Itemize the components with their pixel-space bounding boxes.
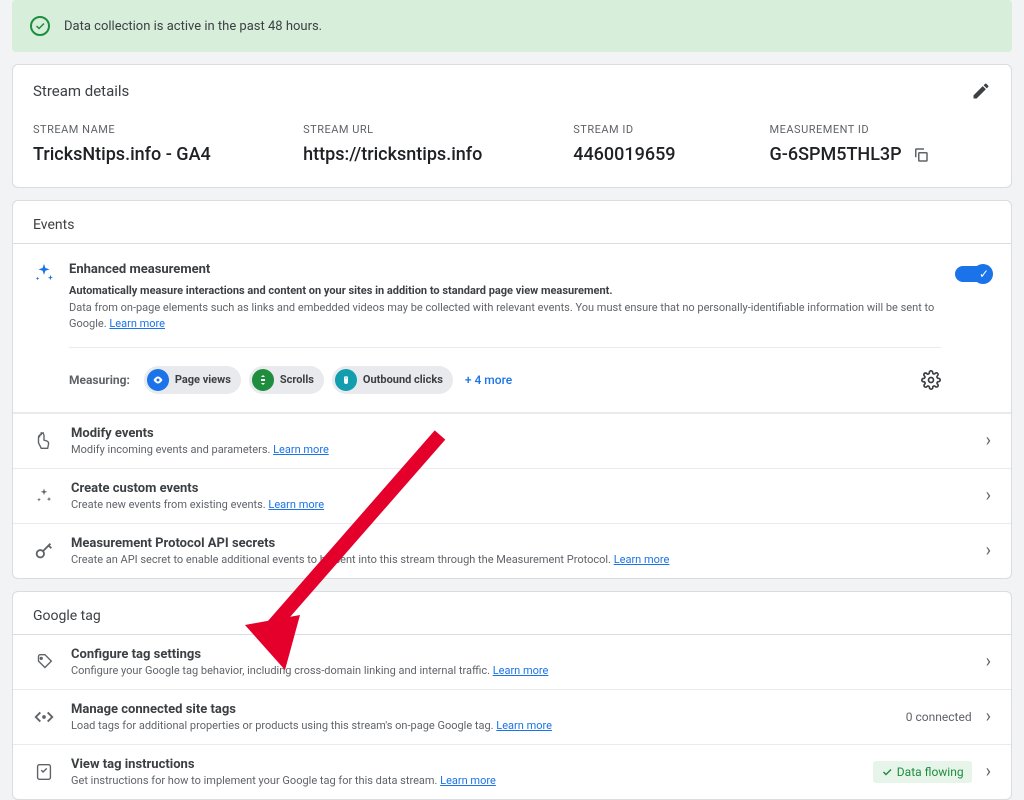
measurement-id-label: MEASUREMENT ID <box>770 123 992 136</box>
chevron-right-icon: › <box>986 761 991 782</box>
stream-id-value: 4460019659 <box>573 144 745 165</box>
banner-text: Data collection is active in the past 48… <box>64 19 322 34</box>
enhanced-measurement-row: Enhanced measurement Automatically measu… <box>13 244 1011 413</box>
chevron-right-icon: › <box>986 706 991 727</box>
data-flowing-badge: Data flowing <box>873 761 972 783</box>
tag-icon <box>33 651 55 673</box>
chip-page-views: Page views <box>144 366 241 394</box>
create-events-row[interactable]: Create custom events Create new events f… <box>13 468 1011 523</box>
configure-title: Configure tag settings <box>71 647 970 662</box>
mouse-icon <box>335 369 357 391</box>
modify-events-row[interactable]: Modify events Modify incoming events and… <box>13 413 1011 468</box>
copy-icon[interactable] <box>912 146 930 164</box>
enhanced-toggle[interactable]: ✓ <box>955 266 991 282</box>
enhanced-title: Enhanced measurement <box>69 262 941 277</box>
enhanced-desc-bold: Automatically measure interactions and c… <box>69 284 613 297</box>
modify-title: Modify events <box>71 426 970 441</box>
stream-url-value: https://tricksntips.info <box>303 144 549 165</box>
protocol-title: Measurement Protocol API secrets <box>71 536 970 551</box>
key-icon <box>33 540 55 562</box>
chip-outbound: Outbound clicks <box>332 366 453 394</box>
configure-learn-more[interactable]: Learn more <box>493 664 549 677</box>
connected-count: 0 connected <box>906 710 972 724</box>
manage-title: Manage connected site tags <box>71 702 890 717</box>
eye-icon <box>147 369 169 391</box>
scroll-icon <box>252 369 274 391</box>
stream-details-card: Stream details STREAM NAME TricksNtips.i… <box>12 64 1012 188</box>
stream-id-label: STREAM ID <box>573 123 745 136</box>
chevron-right-icon: › <box>986 485 991 506</box>
data-active-banner: Data collection is active in the past 48… <box>12 0 1012 52</box>
gear-icon[interactable] <box>921 370 941 390</box>
modify-learn-more[interactable]: Learn more <box>273 443 329 456</box>
protocol-learn-more[interactable]: Learn more <box>614 553 670 566</box>
instructions-title: View tag instructions <box>71 757 857 772</box>
measuring-label: Measuring: <box>69 373 130 387</box>
chevron-right-icon: › <box>986 430 991 451</box>
protocol-secrets-row[interactable]: Measurement Protocol API secrets Create … <box>13 523 1011 578</box>
manage-tags-row[interactable]: Manage connected site tags Load tags for… <box>13 689 1011 744</box>
check-icon <box>30 16 50 36</box>
edit-icon[interactable] <box>971 81 991 101</box>
chip-scrolls: Scrolls <box>249 366 324 394</box>
stream-name-label: STREAM NAME <box>33 123 279 136</box>
google-tag-section: Google tag Configure tag settings Config… <box>12 591 1012 800</box>
more-chips[interactable]: + 4 more <box>465 373 512 387</box>
stream-url-label: STREAM URL <box>303 123 549 136</box>
sparkle-icon <box>33 262 55 284</box>
google-tag-title: Google tag <box>13 592 1011 634</box>
chevron-right-icon: › <box>986 540 991 561</box>
create-learn-more[interactable]: Learn more <box>268 498 324 511</box>
instructions-learn-more[interactable]: Learn more <box>440 774 496 787</box>
code-arrows-icon <box>33 706 55 728</box>
create-title: Create custom events <box>71 481 970 496</box>
enhanced-learn-more[interactable]: Learn more <box>109 317 165 330</box>
manage-learn-more[interactable]: Learn more <box>496 719 552 732</box>
measurement-id-value: G-6SPM5THL3P <box>770 144 902 165</box>
touch-icon <box>33 430 55 452</box>
stream-name-value: TricksNtips.info - GA4 <box>33 144 279 165</box>
stream-details-title: Stream details <box>33 82 129 100</box>
events-title: Events <box>13 201 1011 243</box>
sparkles-small-icon <box>33 485 55 507</box>
enhanced-desc: Data from on-page elements such as links… <box>69 301 934 331</box>
events-section: Events Enhanced measurement Automaticall… <box>12 200 1012 579</box>
configure-tag-row[interactable]: Configure tag settings Configure your Go… <box>13 635 1011 689</box>
instructions-icon <box>33 761 55 783</box>
view-instructions-row[interactable]: View tag instructions Get instructions f… <box>13 744 1011 799</box>
chevron-right-icon: › <box>986 651 991 672</box>
